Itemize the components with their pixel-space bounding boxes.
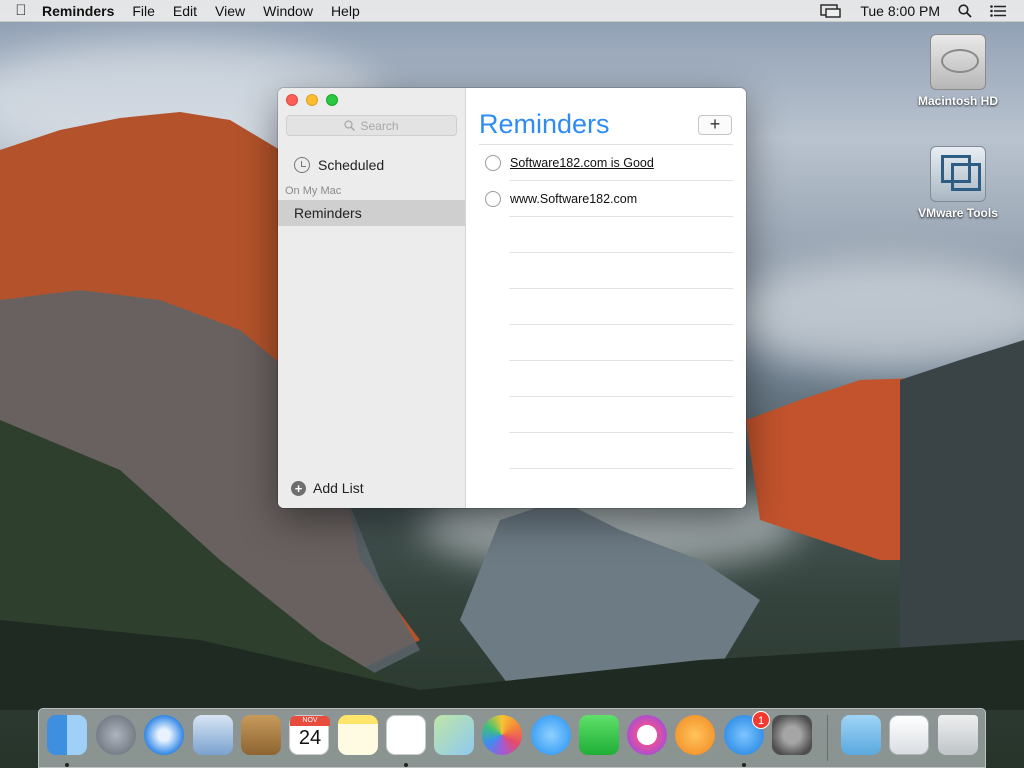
calendar-day: 24 (298, 727, 322, 749)
divider (509, 432, 733, 433)
reminder-item[interactable]: www.Software182.com (479, 181, 733, 217)
apple-menu-icon[interactable]:  (0, 2, 42, 19)
notes-icon[interactable] (338, 715, 378, 755)
add-list-button[interactable]: + Add List (278, 478, 465, 498)
itunes-icon[interactable] (627, 715, 667, 755)
divider (509, 468, 733, 469)
desktop-icon-label: VMware Tools (918, 206, 998, 220)
menu-edit[interactable]: Edit (173, 3, 197, 19)
reminder-text[interactable]: Software182.com is Good (510, 156, 654, 170)
launchpad-icon[interactable] (96, 715, 136, 755)
sidebar-item-scheduled[interactable]: Scheduled (278, 154, 465, 176)
running-indicator (404, 763, 408, 767)
dock: NOV 24 1 (38, 708, 986, 768)
trash-icon[interactable] (938, 715, 978, 755)
ibooks-icon[interactable] (675, 715, 715, 755)
desktop-icon-macintosh-hd[interactable]: Macintosh HD (908, 34, 1008, 108)
vmware-tools-icon (930, 146, 986, 202)
divider (509, 288, 733, 289)
divider (509, 216, 733, 217)
reminder-text[interactable]: www.Software182.com (510, 192, 637, 206)
safari-icon[interactable] (144, 715, 184, 755)
calendar-month: NOV (290, 716, 330, 726)
menu-window[interactable]: Window (263, 3, 313, 19)
divider (509, 252, 733, 253)
reminder-checkbox[interactable] (485, 155, 501, 171)
reminders-icon[interactable] (386, 715, 426, 755)
sidebar-item-reminders[interactable]: Reminders (278, 200, 465, 226)
desktop-icon-vmware-tools[interactable]: VMware Tools (908, 146, 1008, 220)
menu-view[interactable]: View (215, 3, 245, 19)
search-placeholder: Search (360, 118, 399, 133)
sidebar-item-label: Scheduled (318, 157, 385, 173)
divider (509, 396, 733, 397)
reminder-item[interactable]: Software182.com is Good (479, 145, 733, 181)
add-list-label: Add List (313, 480, 364, 496)
desktop-icon-label: Macintosh HD (917, 94, 998, 108)
add-reminder-button[interactable]: + (698, 115, 732, 135)
hard-drive-icon (930, 34, 986, 90)
documents-stack-icon[interactable] (889, 715, 929, 755)
messages-icon[interactable] (531, 715, 571, 755)
notification-badge: 1 (752, 711, 770, 729)
reminders-window: Search Scheduled On My Mac Reminders + A… (278, 88, 746, 508)
menu-app-name[interactable]: Reminders (42, 3, 114, 19)
reminders-list-pane: Reminders + Software182.com is Good www.… (466, 88, 746, 508)
photos-icon[interactable] (482, 715, 522, 755)
plus-circle-icon: + (291, 480, 306, 496)
contacts-icon[interactable] (241, 715, 281, 755)
sidebar: Search Scheduled On My Mac Reminders + A… (278, 88, 466, 508)
spotlight-search-icon[interactable] (958, 4, 972, 18)
close-button[interactable] (286, 94, 298, 106)
running-indicator (65, 763, 69, 767)
menu-clock[interactable]: Tue 8:00 PM (860, 3, 940, 19)
search-icon (344, 120, 356, 131)
menu-extras: Tue 8:00 PM (820, 0, 1024, 22)
running-indicator (742, 763, 746, 767)
reminder-checkbox[interactable] (485, 191, 501, 207)
sidebar-item-label: Reminders (294, 205, 362, 221)
minimize-button[interactable] (306, 94, 318, 106)
menu-file[interactable]: File (132, 3, 155, 19)
menu-help[interactable]: Help (331, 3, 360, 19)
search-input[interactable]: Search (286, 115, 457, 136)
list-title: Reminders (479, 109, 610, 139)
divider (509, 360, 733, 361)
divider (509, 324, 733, 325)
facetime-icon[interactable] (579, 715, 619, 755)
notification-center-icon[interactable] (990, 5, 1006, 17)
airplay-display-icon[interactable] (820, 4, 842, 18)
downloads-folder-icon[interactable] (841, 715, 881, 755)
calendar-icon[interactable]: NOV 24 (289, 715, 330, 755)
mail-icon[interactable] (193, 715, 233, 755)
system-preferences-icon[interactable] (772, 715, 812, 755)
sidebar-section-label: On My Mac (285, 185, 342, 197)
app-store-icon[interactable]: 1 (724, 711, 770, 755)
maps-icon[interactable] (434, 715, 474, 755)
finder-icon[interactable] (47, 715, 87, 755)
window-controls (286, 94, 346, 106)
dock-separator (827, 715, 828, 761)
menu-bar:  Reminders File Edit View Window Help T… (0, 0, 1024, 22)
zoom-button[interactable] (326, 94, 338, 106)
alarm-clock-icon (294, 157, 310, 173)
